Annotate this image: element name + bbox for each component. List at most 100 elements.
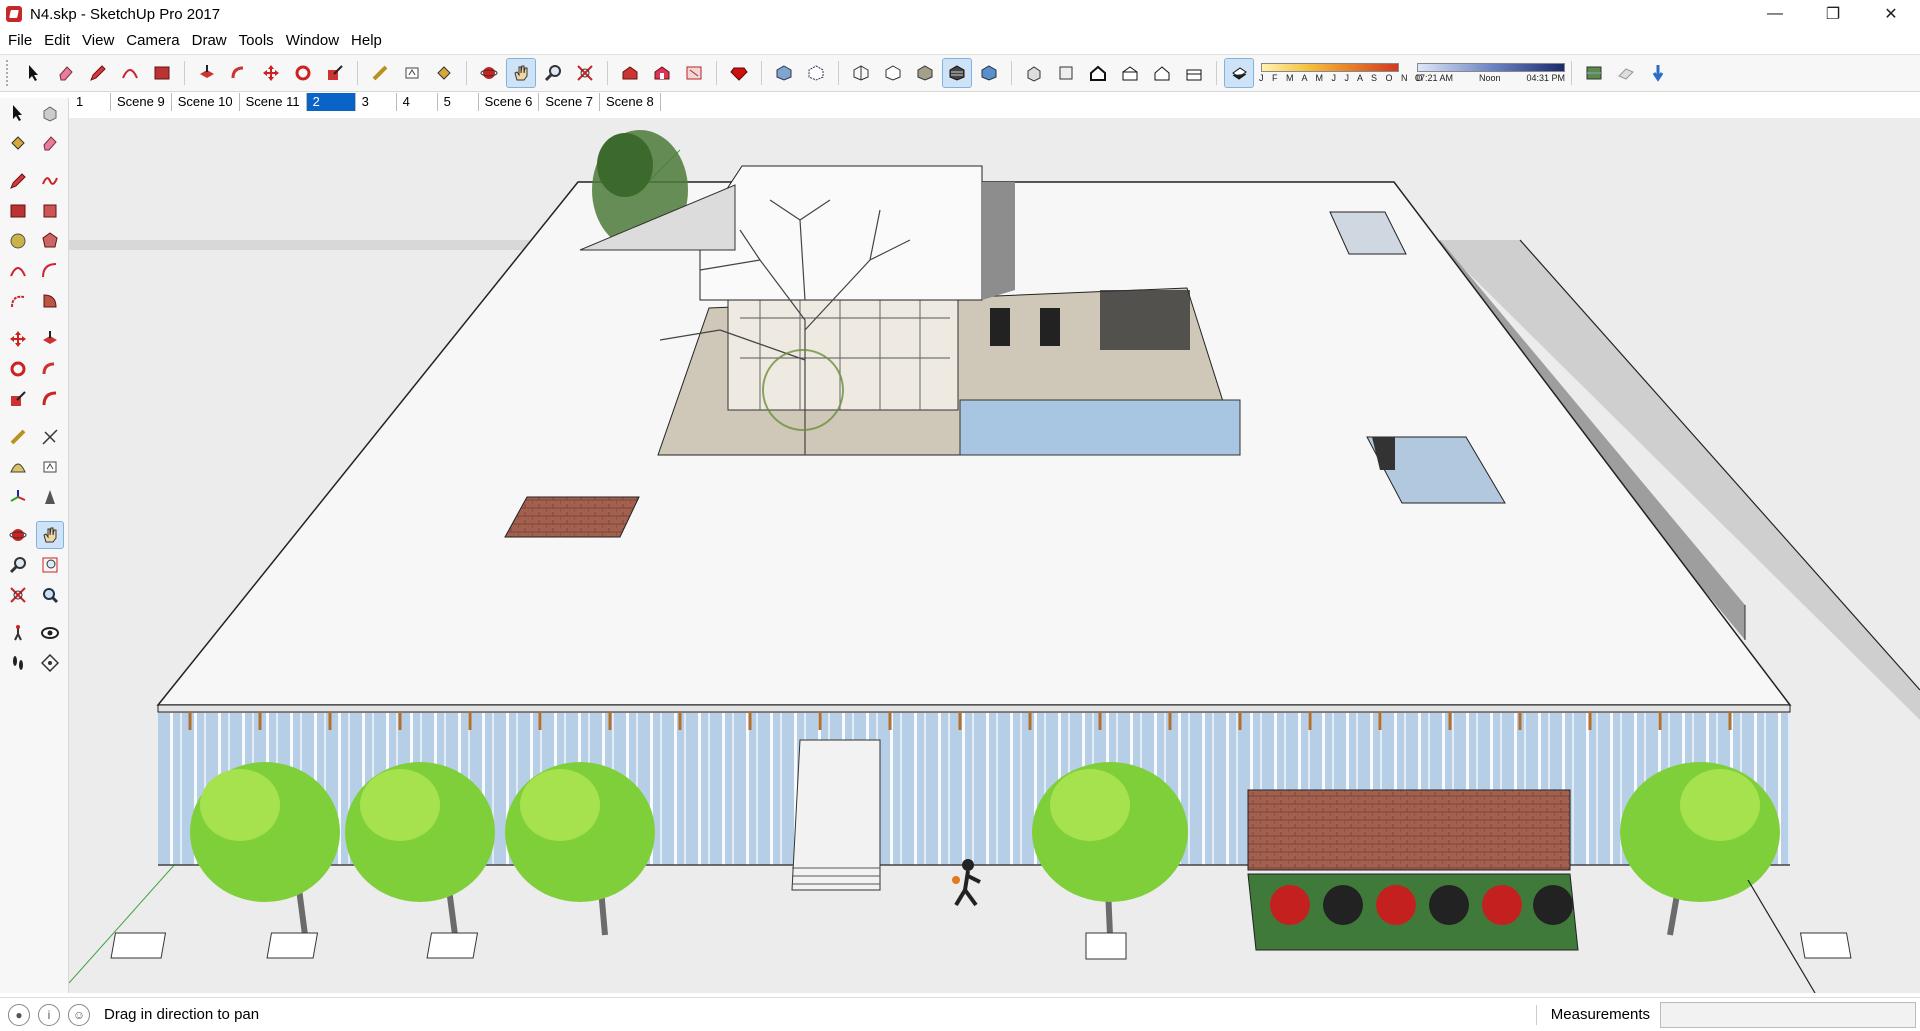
pan-tool-button[interactable] [506, 58, 536, 88]
tape-measure-tool-button[interactable] [5, 424, 31, 450]
shadow-month-slider[interactable]: J F M A M J J A S O N D [1259, 60, 1423, 86]
scene-tab[interactable]: 3 [356, 93, 397, 111]
select-tool-button[interactable] [5, 100, 31, 126]
monochrome-style-button[interactable] [975, 59, 1003, 87]
geo-location-button[interactable] [1580, 59, 1608, 87]
measurements-input[interactable] [1660, 1001, 1916, 1028]
text-tool-button[interactable] [37, 454, 63, 480]
scene-tab[interactable]: Scene 7 [539, 93, 601, 111]
rotate-tool-button[interactable] [289, 59, 317, 87]
menu-draw[interactable]: Draw [186, 30, 233, 52]
orbit-tool-button[interactable] [475, 59, 503, 87]
arc-tool-button[interactable] [5, 258, 31, 284]
follow-me-tool-button[interactable] [37, 356, 63, 382]
scene-tab-active[interactable]: 2 [306, 93, 356, 111]
menu-file[interactable]: File [0, 30, 38, 52]
back-edges-style-button[interactable] [802, 59, 830, 87]
move-tool-button[interactable] [257, 59, 285, 87]
select-tool-button[interactable] [20, 59, 48, 87]
scene-tab[interactable]: Scene 9 [111, 93, 172, 111]
orbit-tool-button[interactable] [5, 522, 31, 548]
geo-location-status-icon[interactable]: ● [8, 1003, 30, 1026]
push-pull-tool-button[interactable] [37, 326, 63, 352]
close-button[interactable]: ✕ [1862, 0, 1920, 28]
scene-tab[interactable]: Scene 8 [600, 93, 661, 111]
rectangle-tool-button[interactable] [148, 59, 176, 87]
wireframe-style-button[interactable] [847, 59, 875, 87]
protractor-tool-button[interactable] [5, 454, 31, 480]
line-tool-button[interactable] [5, 168, 31, 194]
shadows-toggle-button[interactable] [1224, 58, 1254, 88]
menu-window[interactable]: Window [280, 30, 345, 52]
paint-bucket-tool-button[interactable] [430, 59, 458, 87]
zoom-extents-tool-button[interactable] [571, 59, 599, 87]
xray-style-button[interactable] [770, 59, 798, 87]
look-around-tool-button[interactable] [37, 620, 63, 646]
menu-tools[interactable]: Tools [233, 30, 280, 52]
circle-tool-button[interactable] [5, 228, 31, 254]
zoom-tool-button[interactable] [5, 552, 31, 578]
follow-me-tool-button[interactable] [225, 59, 253, 87]
text-tool-button[interactable] [398, 59, 426, 87]
scale-tool-button[interactable] [5, 386, 31, 412]
section-plane-tool-button[interactable] [37, 650, 63, 676]
scale-tool-button[interactable] [321, 59, 349, 87]
model-viewport[interactable] [69, 118, 1920, 993]
fog-button[interactable] [1612, 59, 1640, 87]
zoom-extents-tool-button[interactable] [5, 582, 31, 608]
front-view-button[interactable] [1084, 59, 1112, 87]
shadow-time-slider[interactable]: 07:21 AM Noon 04:31 PM [1415, 60, 1565, 86]
iso-view-button[interactable] [1020, 59, 1048, 87]
make-component-button[interactable] [37, 100, 63, 126]
left-view-button[interactable] [1180, 59, 1208, 87]
push-pull-tool-button[interactable] [193, 59, 221, 87]
user-account-icon[interactable]: ☺ [68, 1003, 90, 1026]
scene-tab[interactable]: Scene 10 [172, 93, 240, 111]
menu-edit[interactable]: Edit [38, 30, 76, 52]
menu-view[interactable]: View [76, 30, 120, 52]
tape-measure-tool-button[interactable] [366, 59, 394, 87]
scene-tab[interactable]: 5 [438, 93, 479, 111]
previous-view-button[interactable] [37, 582, 63, 608]
rotated-rectangle-tool-button[interactable] [37, 198, 63, 224]
dimension-tool-button[interactable] [37, 424, 63, 450]
back-view-button[interactable] [1148, 59, 1176, 87]
axes-tool-button[interactable] [5, 484, 31, 510]
scene-tab[interactable]: 4 [397, 93, 438, 111]
paint-bucket-tool-button[interactable] [5, 130, 31, 156]
shaded-style-button[interactable] [911, 59, 939, 87]
eraser-tool-button[interactable] [52, 59, 80, 87]
send-to-layout-button[interactable] [680, 59, 708, 87]
rectangle-tool-button[interactable] [5, 198, 31, 224]
3d-text-tool-button[interactable] [37, 484, 63, 510]
position-camera-tool-button[interactable] [5, 620, 31, 646]
walk-tool-button[interactable] [5, 650, 31, 676]
scene-tab[interactable]: 1 [70, 93, 111, 111]
shaded-textures-style-button[interactable] [942, 58, 972, 88]
arc-tool-button[interactable] [116, 59, 144, 87]
pencil-tool-button[interactable] [84, 59, 112, 87]
extension-manager-button[interactable] [725, 59, 753, 87]
top-view-button[interactable] [1052, 59, 1080, 87]
zoom-window-tool-button[interactable] [37, 552, 63, 578]
right-view-button[interactable] [1116, 59, 1144, 87]
minimize-button[interactable]: — [1746, 0, 1804, 28]
offset-tool-button[interactable] [37, 386, 63, 412]
restore-button[interactable]: ❐ [1804, 0, 1862, 28]
polygon-tool-button[interactable] [37, 228, 63, 254]
zoom-tool-button[interactable] [539, 59, 567, 87]
scene-tab[interactable]: Scene 6 [479, 93, 540, 111]
toolbar-grip[interactable] [6, 60, 12, 86]
menu-camera[interactable]: Camera [120, 30, 185, 52]
move-tool-button[interactable] [5, 326, 31, 352]
menu-help[interactable]: Help [345, 30, 388, 52]
scene-tab[interactable]: Scene 11 [240, 93, 307, 111]
pie-tool-button[interactable] [37, 288, 63, 314]
rotate-tool-button[interactable] [5, 356, 31, 382]
credits-info-icon[interactable]: i [38, 1003, 60, 1026]
sandbox-button[interactable] [1644, 59, 1672, 87]
two-point-arc-tool-button[interactable] [37, 258, 63, 284]
hidden-line-style-button[interactable] [879, 59, 907, 87]
extension-warehouse-button[interactable] [648, 59, 676, 87]
freehand-tool-button[interactable] [37, 168, 63, 194]
